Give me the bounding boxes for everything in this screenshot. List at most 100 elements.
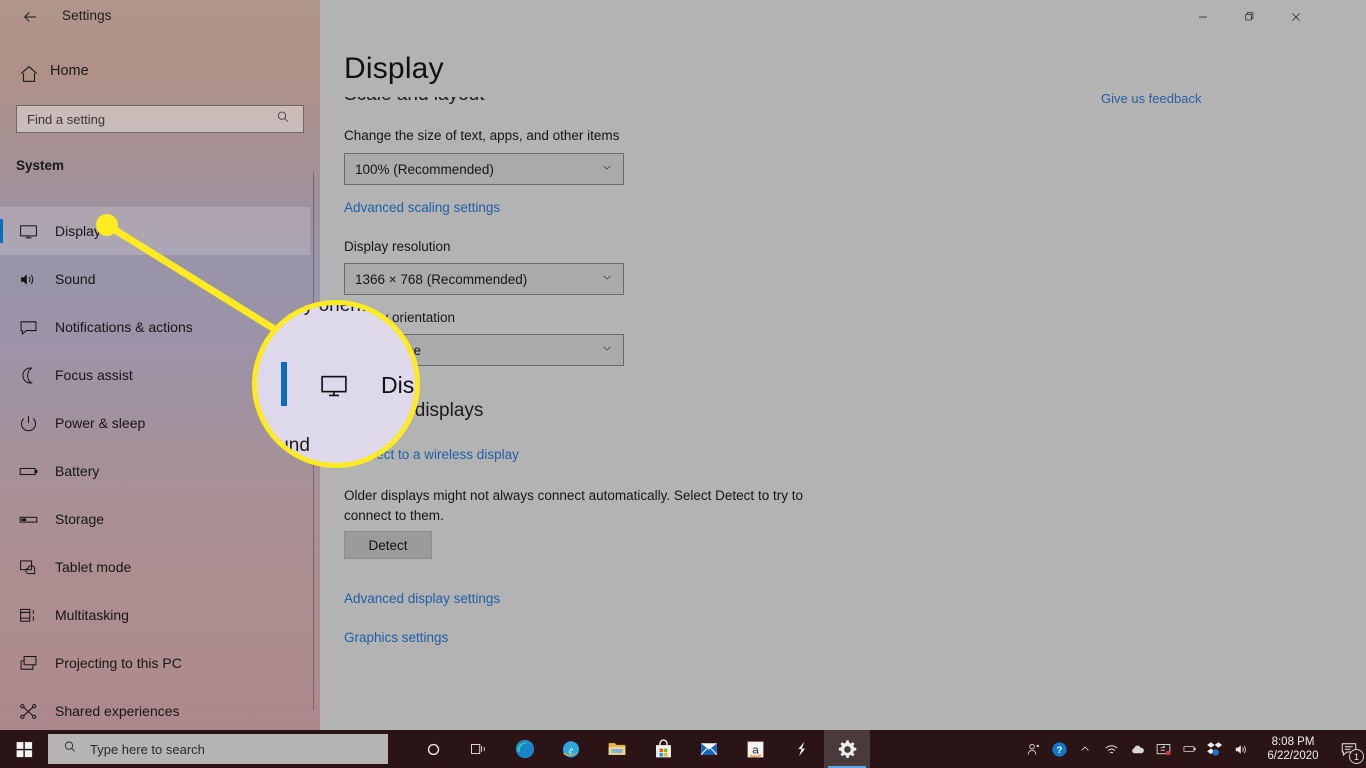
search-input[interactable]: Find a setting: [16, 105, 304, 133]
sidebar-item-label: Storage: [55, 511, 104, 527]
sidebar-group-header: System: [16, 158, 64, 173]
onedrive-cloud-icon[interactable]: [1124, 730, 1150, 768]
power-icon: [15, 410, 41, 436]
tablet-icon: [15, 554, 41, 580]
sidebar-item-projecting-to-this-pc[interactable]: Projecting to this PC: [0, 639, 310, 687]
sidebar-item-label: Power & sleep: [55, 415, 145, 431]
sidebar-item-label: Focus assist: [55, 367, 133, 383]
sidebar-item-label: Tablet mode: [55, 559, 131, 575]
battery-icon: [15, 458, 41, 484]
action-center-badge: 1: [1349, 749, 1364, 764]
projecting-icon: [15, 650, 41, 676]
settings-gear-icon[interactable]: [824, 730, 870, 768]
sidebar-item-label: Battery: [55, 463, 99, 479]
search-icon: [275, 109, 297, 130]
advanced-scaling-settings-link[interactable]: Advanced scaling settings: [344, 200, 500, 215]
sidebar-item-label: Home: [50, 63, 89, 79]
monitor-icon: [15, 218, 41, 244]
internet-explorer-icon[interactable]: e: [548, 730, 594, 768]
volume-icon[interactable]: [1228, 730, 1254, 768]
multitasking-icon: [15, 602, 41, 628]
detect-button[interactable]: Detect: [344, 531, 432, 559]
sidebar-item-label: Projecting to this PC: [55, 655, 182, 671]
minimize-icon[interactable]: [1180, 0, 1226, 33]
cortana-icon[interactable]: [410, 730, 456, 768]
lightning-icon[interactable]: [778, 730, 824, 768]
scale-label: Change the size of text, apps, and other…: [344, 128, 619, 143]
sidebar-item-multitasking[interactable]: Multitasking: [0, 591, 310, 639]
chevron-down-icon: [600, 341, 623, 360]
sidebar-nav-list: Display Sound Notifications & actions Focus…: [0, 207, 320, 730]
system-tray: ?: [1020, 730, 1366, 768]
give-us-feedback-link[interactable]: Give us feedback: [1101, 91, 1201, 106]
windows-start-icon[interactable]: [0, 730, 48, 768]
chevron-up-icon[interactable]: [1072, 730, 1098, 768]
taskbar-search-placeholder: Type here to search: [90, 742, 205, 757]
sidebar-item-tablet-mode[interactable]: Tablet mode: [0, 543, 310, 591]
sidebar-item-home[interactable]: Home: [0, 58, 320, 90]
storage-icon: [15, 506, 41, 532]
scale-dropdown[interactable]: 100% (Recommended): [344, 153, 624, 185]
resolution-label: Display resolution: [344, 239, 451, 254]
task-view-icon[interactable]: [456, 730, 502, 768]
advanced-display-settings-link[interactable]: Advanced display settings: [344, 591, 500, 606]
speaker-icon: [15, 266, 41, 292]
magnifier-arc-bottom-text: Sound: [255, 435, 310, 457]
share-icon: [15, 698, 41, 724]
notification-icon: [15, 314, 41, 340]
sidebar-item-shared-experiences[interactable]: Shared experiences: [0, 687, 310, 730]
svg-text:a: a: [752, 744, 759, 756]
sidebar-item-label: Display: [55, 223, 101, 239]
back-arrow-icon[interactable]: [20, 8, 40, 26]
selection-indicator: [0, 219, 3, 243]
amazon-icon[interactable]: a: [732, 730, 778, 768]
sidebar-item-label: Sound: [55, 271, 95, 287]
clock-time: 8:08 PM: [1272, 735, 1315, 749]
window-controls: [1180, 0, 1366, 33]
resolution-dropdown-value: 1366 × 768 (Recommended): [345, 272, 527, 287]
wifi-icon[interactable]: [1098, 730, 1124, 768]
settings-main-pane: Scale and layout Display Give us feedbac…: [320, 0, 1366, 730]
sidebar-item-sound[interactable]: Sound: [0, 255, 310, 303]
magnifier-label: Display: [381, 372, 420, 399]
settings-window: Settings Home Find a setting System Disp…: [0, 0, 1366, 730]
taskbar-clock[interactable]: 8:08 PM 6/22/2020: [1254, 730, 1332, 768]
search-icon: [62, 739, 78, 760]
monitor-icon: [317, 371, 351, 401]
file-explorer-icon[interactable]: [594, 730, 640, 768]
graphics-settings-link[interactable]: Graphics settings: [344, 630, 448, 645]
home-icon: [18, 63, 40, 85]
magnifier-callout: Display orientation Display Sound: [252, 300, 420, 468]
moon-icon: [15, 362, 41, 388]
people-icon[interactable]: [1020, 730, 1046, 768]
help-circle-icon[interactable]: ?: [1046, 730, 1072, 768]
chevron-down-icon: [600, 270, 623, 289]
svg-text:?: ?: [1056, 745, 1062, 756]
display-sync-icon[interactable]: [1150, 730, 1176, 768]
svg-text:e: e: [569, 746, 574, 757]
mail-icon[interactable]: [686, 730, 732, 768]
sidebar-item-display[interactable]: Display: [0, 207, 310, 255]
detect-help-text: Older displays might not always connect …: [344, 486, 804, 526]
window-title: Settings: [62, 8, 112, 23]
magnifier-selection-bar: [281, 362, 287, 406]
sidebar-item-label: Notifications & actions: [55, 319, 193, 335]
action-center-icon[interactable]: 1: [1332, 730, 1366, 768]
sidebar-item-storage[interactable]: Storage: [0, 495, 310, 543]
page-title: Display: [344, 52, 444, 86]
close-icon[interactable]: [1272, 0, 1320, 33]
chevron-down-icon: [600, 160, 623, 179]
dropbox-icon[interactable]: [1202, 730, 1228, 768]
clock-date: 6/22/2020: [1267, 749, 1318, 763]
resolution-dropdown[interactable]: 1366 × 768 (Recommended): [344, 263, 624, 295]
sidebar-item-label: Shared experiences: [55, 703, 180, 719]
microsoft-edge-icon[interactable]: [502, 730, 548, 768]
sidebar-item-label: Multitasking: [55, 607, 129, 623]
scale-and-layout-header: Scale and layout: [344, 84, 485, 106]
restore-icon[interactable]: [1226, 0, 1272, 33]
search-placeholder: Find a setting: [17, 112, 275, 127]
scale-dropdown-value: 100% (Recommended): [345, 162, 494, 177]
battery-icon[interactable]: [1176, 730, 1202, 768]
taskbar-search-input[interactable]: Type here to search: [48, 734, 388, 764]
microsoft-store-icon[interactable]: [640, 730, 686, 768]
